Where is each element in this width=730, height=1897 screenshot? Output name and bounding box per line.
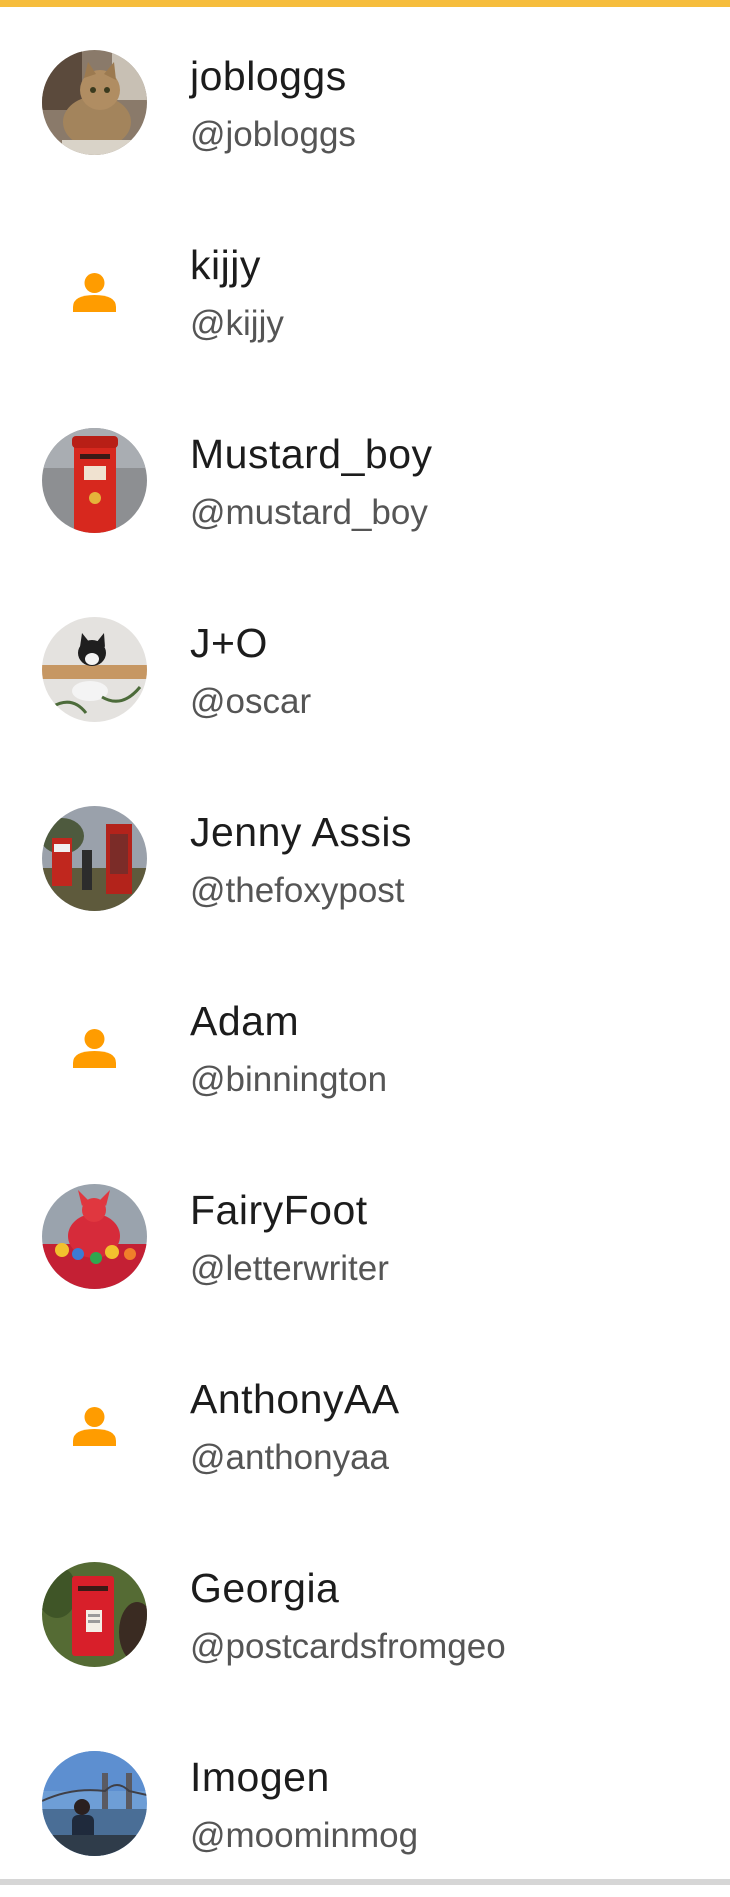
user-handle: @moominmog bbox=[190, 1816, 419, 1855]
person-placeholder-icon bbox=[73, 273, 116, 312]
photo-knitted-topper-icon bbox=[42, 1184, 147, 1289]
bottom-divider bbox=[0, 1879, 730, 1885]
photo-cat-icon bbox=[42, 50, 147, 155]
avatar bbox=[42, 1184, 147, 1289]
user-display-name: Adam bbox=[190, 998, 300, 1044]
user-display-name: kijjy bbox=[190, 242, 261, 288]
user-row-moominmog[interactable]: Imogen @moominmog bbox=[0, 1708, 730, 1897]
photo-cat-shelf-icon bbox=[42, 617, 147, 722]
user-handle: @anthonyaa bbox=[190, 1438, 390, 1477]
user-row-anthonyaa[interactable]: AnthonyAA @anthonyaa bbox=[0, 1330, 730, 1519]
user-row-mustard-boy[interactable]: Mustard_boy @mustard_boy bbox=[0, 385, 730, 574]
user-display-name: AnthonyAA bbox=[190, 1376, 400, 1422]
user-display-name: Jenny Assis bbox=[190, 809, 412, 855]
avatar bbox=[42, 428, 147, 533]
avatar bbox=[42, 239, 147, 344]
user-display-name: J+O bbox=[190, 620, 268, 666]
user-handle: @oscar bbox=[190, 682, 312, 721]
user-handle: @kijjy bbox=[190, 304, 284, 343]
user-row-oscar[interactable]: J+O @oscar bbox=[0, 574, 730, 763]
user-display-name: Mustard_boy bbox=[190, 431, 433, 477]
user-row-kijjy[interactable]: kijjy @kijjy bbox=[0, 196, 730, 385]
user-handle: @postcardsfromgeo bbox=[190, 1627, 506, 1666]
photo-wall-postbox-icon bbox=[42, 1562, 147, 1667]
user-display-name: jobloggs bbox=[190, 53, 347, 99]
user-handle: @thefoxypost bbox=[190, 871, 405, 910]
user-row-binnington[interactable]: Adam @binnington bbox=[0, 952, 730, 1141]
user-display-name: Georgia bbox=[190, 1565, 340, 1611]
user-handle: @binnington bbox=[190, 1060, 388, 1099]
photo-postbox-icon bbox=[42, 428, 147, 533]
avatar bbox=[42, 1373, 147, 1478]
user-handle: @mustard_boy bbox=[190, 493, 428, 532]
user-display-name: Imogen bbox=[190, 1754, 330, 1800]
top-accent-bar bbox=[0, 0, 730, 7]
user-list: jobloggs @jobloggs kijjy @kijjy Mustard_… bbox=[0, 7, 730, 1897]
avatar bbox=[42, 50, 147, 155]
person-placeholder-icon bbox=[73, 1407, 116, 1446]
user-row-jobloggs[interactable]: jobloggs @jobloggs bbox=[0, 7, 730, 196]
avatar bbox=[42, 1562, 147, 1667]
avatar bbox=[42, 617, 147, 722]
user-handle: @letterwriter bbox=[190, 1249, 389, 1288]
person-placeholder-icon bbox=[73, 1029, 116, 1068]
user-row-thefoxypost[interactable]: Jenny Assis @thefoxypost bbox=[0, 763, 730, 952]
avatar bbox=[42, 806, 147, 911]
photo-bridge-icon bbox=[42, 1751, 147, 1856]
avatar bbox=[42, 1751, 147, 1856]
user-row-letterwriter[interactable]: FairyFoot @letterwriter bbox=[0, 1141, 730, 1330]
user-row-postcardsfromgeo[interactable]: Georgia @postcardsfromgeo bbox=[0, 1519, 730, 1708]
user-display-name: FairyFoot bbox=[190, 1187, 368, 1233]
photo-phonebox-icon bbox=[42, 806, 147, 911]
avatar bbox=[42, 995, 147, 1100]
user-handle: @jobloggs bbox=[190, 115, 356, 154]
